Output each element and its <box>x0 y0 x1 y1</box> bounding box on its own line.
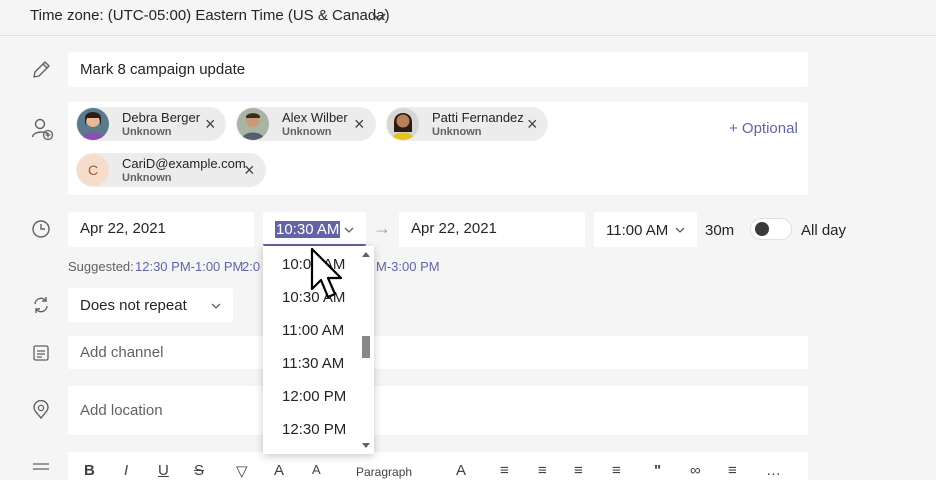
avatar <box>237 108 269 140</box>
italic-button[interactable]: I <box>124 462 128 479</box>
attendee-status: Unknown <box>432 126 482 138</box>
outdent-icon[interactable]: ≡ <box>500 462 509 479</box>
chevron-down-icon[interactable] <box>210 300 222 312</box>
scrollbar-thumb[interactable] <box>362 336 370 358</box>
channel-field[interactable]: Add channel <box>68 336 808 369</box>
end-time: 11:00 AM <box>606 222 669 239</box>
attendee-chip[interactable]: C CariD@example.com Unknown × <box>76 153 266 187</box>
link-icon[interactable]: ∞ <box>690 462 701 479</box>
chevron-down-icon[interactable] <box>343 224 355 236</box>
suggested-slot[interactable]: 12:30 PM-1:00 PM <box>135 259 243 274</box>
clock-icon <box>32 220 50 238</box>
bold-button[interactable]: B <box>84 462 95 479</box>
attendee-name: Debra Berger <box>122 110 201 125</box>
scroll-up-icon[interactable] <box>362 251 370 257</box>
location-icon <box>33 400 49 420</box>
attendees-field[interactable]: Debra Berger Unknown × Alex Wilber Unkno… <box>68 102 808 195</box>
start-time[interactable]: 10:30 AM <box>275 221 341 238</box>
mouse-cursor-icon <box>310 247 343 299</box>
repeat-dropdown[interactable]: Does not repeat <box>68 288 233 322</box>
suggested-label: Suggested: <box>68 259 134 274</box>
channel-input[interactable]: Add channel <box>80 344 163 361</box>
clear-format-icon[interactable]: A <box>456 462 466 479</box>
highlight-icon[interactable]: ▽ <box>236 462 248 480</box>
start-date: Apr 22, 2021 <box>80 220 166 237</box>
attendee-status: Unknown <box>122 172 172 184</box>
arrow-icon: → <box>373 218 391 238</box>
details-icon <box>33 463 49 470</box>
attendee-name: Patti Fernandez <box>432 110 524 125</box>
more-options-icon[interactable]: … <box>766 462 781 479</box>
timezone-bar: Time zone: (UTC-05:00) Eastern Time (US … <box>0 0 936 36</box>
duration-label: 30m <box>705 222 735 239</box>
quote-icon[interactable]: " <box>654 462 661 479</box>
title-input[interactable]: Mark 8 campaign update <box>80 61 245 78</box>
suggested-slot[interactable]: M-3:00 PM <box>376 259 440 274</box>
attendee-status: Unknown <box>282 126 332 138</box>
chevron-down-icon[interactable] <box>370 8 388 26</box>
attendee-chip[interactable]: Alex Wilber Unknown × <box>236 107 376 141</box>
start-time-field[interactable]: 10:30 AM <box>263 212 366 246</box>
time-option[interactable]: 11:30 AM <box>282 355 344 372</box>
avatar <box>387 108 419 140</box>
align-icon[interactable]: ≡ <box>728 462 737 479</box>
toggle-knob <box>755 222 769 236</box>
suggested-slot[interactable]: 2:0 <box>242 259 260 274</box>
font-color-icon[interactable]: A <box>274 462 284 479</box>
scroll-down-icon[interactable] <box>362 443 370 449</box>
indent-icon[interactable]: ≡ <box>538 462 547 479</box>
attendee-name: Alex Wilber <box>282 110 348 125</box>
all-day-label: All day <box>801 222 847 239</box>
timezone-label[interactable]: Time zone: (UTC-05:00) Eastern Time (US … <box>30 7 390 24</box>
close-icon[interactable]: × <box>354 115 365 133</box>
channel-icon <box>33 345 49 361</box>
underline-button[interactable]: U <box>158 462 169 479</box>
strikethrough-button[interactable]: S <box>194 462 204 479</box>
close-icon[interactable]: × <box>244 161 255 179</box>
avatar <box>77 108 109 140</box>
time-option[interactable]: 12:30 PM <box>282 421 346 438</box>
attendee-status: Unknown <box>122 126 172 138</box>
time-option[interactable]: 11:00 AM <box>282 322 344 339</box>
location-field[interactable]: Add location <box>68 386 808 435</box>
end-date: Apr 22, 2021 <box>411 220 497 237</box>
avatar: C <box>77 154 109 186</box>
font-size-icon[interactable]: A <box>312 462 321 477</box>
chevron-down-icon[interactable] <box>674 224 686 236</box>
bullet-list-icon[interactable]: ≡ <box>574 462 583 479</box>
attendee-name: CariD@example.com <box>122 156 246 171</box>
pencil-icon <box>33 61 50 78</box>
paragraph-dropdown[interactable]: Paragraph <box>356 465 412 479</box>
optional-link[interactable]: + Optional <box>729 120 798 137</box>
title-field[interactable]: Mark 8 campaign update <box>68 52 808 87</box>
add-person-icon <box>31 118 54 141</box>
end-date-field[interactable]: Apr 22, 2021 <box>399 212 585 247</box>
close-icon[interactable]: × <box>205 115 216 133</box>
attendee-chip[interactable]: Patti Fernandez Unknown × <box>386 107 548 141</box>
repeat-icon <box>34 297 48 313</box>
repeat-value: Does not repeat <box>80 297 187 314</box>
time-option[interactable]: 12:00 PM <box>282 388 346 405</box>
attendee-chip[interactable]: Debra Berger Unknown × <box>76 107 226 141</box>
format-toolbar: B I U S ▽ A A Paragraph A ≡ ≡ ≡ ≡ " ∞ ≡ … <box>68 452 808 480</box>
numbered-list-icon[interactable]: ≡ <box>612 462 621 479</box>
all-day-toggle[interactable] <box>750 218 792 240</box>
end-time-field[interactable]: 11:00 AM <box>594 212 697 247</box>
start-date-field[interactable]: Apr 22, 2021 <box>68 212 254 247</box>
close-icon[interactable]: × <box>527 115 538 133</box>
location-input[interactable]: Add location <box>80 402 163 419</box>
